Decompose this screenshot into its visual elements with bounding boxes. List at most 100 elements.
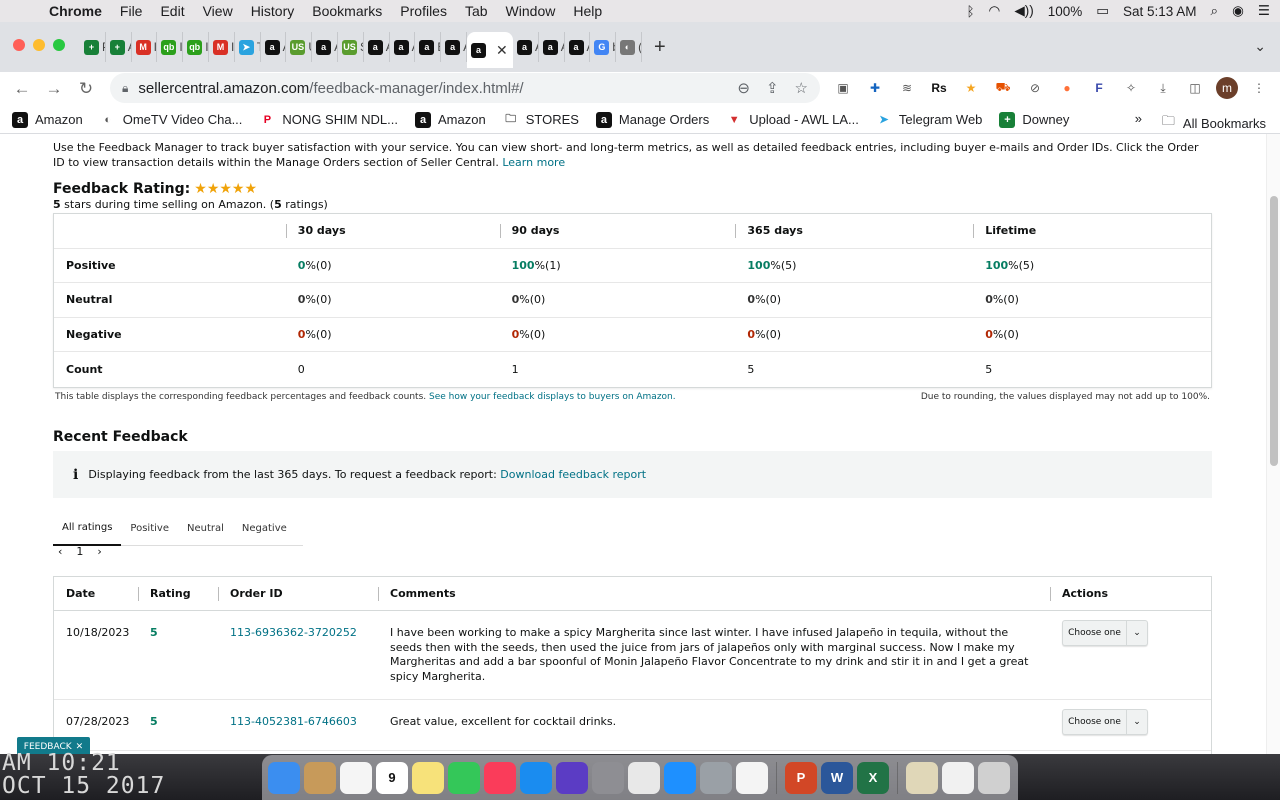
preview-icon[interactable] <box>906 761 938 794</box>
browser-tab[interactable]: qbInl <box>183 32 209 62</box>
music-icon[interactable] <box>484 761 516 794</box>
all-bookmarks-button[interactable]: 🗀 All Bookmarks <box>1162 112 1266 134</box>
wifi-icon[interactable]: ◠ <box>989 3 1001 19</box>
bookmark-item[interactable]: 🗀 STORES <box>503 112 579 128</box>
choose-one-dropdown[interactable]: Choose one ⌄ <box>1062 709 1148 735</box>
menu-tab[interactable]: Tab <box>456 3 497 19</box>
battery-icon[interactable]: ▭ <box>1096 3 1109 19</box>
contacts-icon[interactable] <box>304 761 336 794</box>
bookmark-item[interactable]: ▼ Upload - AWL LA... <box>726 112 859 128</box>
reminders-icon[interactable] <box>340 761 372 794</box>
safari-icon[interactable] <box>664 761 696 794</box>
menu-clock[interactable]: Sat 5:13 AM <box>1123 4 1197 19</box>
tab-search-chevron-icon[interactable]: ⌄ <box>1254 38 1266 55</box>
bookmark-item[interactable]: a Manage Orders <box>595 111 709 128</box>
bookmark-item[interactable]: a Amazon <box>12 111 83 128</box>
order-id-link[interactable]: 113-4052381-6746603 <box>218 700 378 750</box>
browser-tab[interactable]: aAr <box>261 32 287 62</box>
finder-icon[interactable] <box>268 761 300 794</box>
facetime-icon[interactable] <box>448 761 480 794</box>
powerpoint-icon[interactable]: P <box>785 761 817 794</box>
bookmarks-overflow-button[interactable]: » <box>1135 111 1142 126</box>
calendar-icon[interactable]: 9 <box>376 761 408 794</box>
bookmark-star-icon[interactable]: ☆ <box>795 79 808 97</box>
download-icon[interactable]: ⤓ <box>1152 77 1174 99</box>
system-preferences-icon[interactable] <box>592 761 624 794</box>
tab-negative[interactable]: Negative <box>233 512 296 546</box>
minimize-window-button[interactable] <box>33 39 45 51</box>
bookmark-item[interactable]: + Downey <box>999 111 1069 128</box>
browser-tab[interactable]: aAr <box>390 32 416 62</box>
menu-file[interactable]: File <box>111 3 152 19</box>
extension-f-icon[interactable]: F <box>1088 77 1110 99</box>
side-panel-icon[interactable]: ◫ <box>1184 77 1206 99</box>
menu-profiles[interactable]: Profiles <box>391 3 456 19</box>
browser-tab[interactable]: ➤Te <box>235 32 261 62</box>
browser-tab[interactable]: qbInl <box>157 32 184 62</box>
spotlight-icon[interactable]: ⌕ <box>1211 3 1219 19</box>
bookmark-item[interactable]: ➤ Telegram Web <box>876 112 982 128</box>
tab-all-ratings[interactable]: All ratings <box>53 512 122 546</box>
menu-window[interactable]: Window <box>497 3 565 19</box>
siri-menu-icon[interactable]: ◉ <box>1232 3 1244 19</box>
extension-rs-icon[interactable]: Rs <box>928 77 950 99</box>
extension-off-icon[interactable]: ▣ <box>832 77 854 99</box>
browser-tab[interactable]: USUS <box>286 32 313 62</box>
extensions-puzzle-icon[interactable]: ✧ <box>1120 77 1142 99</box>
buyer-display-link[interactable]: See how your feedback displays to buyers… <box>429 392 676 402</box>
reload-icon[interactable]: ↻ <box>70 79 102 99</box>
back-arrow-icon[interactable]: ← <box>6 79 38 99</box>
browser-tab[interactable]: Gbi <box>590 32 617 62</box>
share-icon[interactable]: ⇪ <box>766 79 779 97</box>
volume-icon[interactable]: ◀)) <box>1014 3 1033 19</box>
extension-scout-icon[interactable]: ★ <box>960 77 982 99</box>
col-date[interactable]: Date <box>54 577 138 610</box>
address-bar[interactable]: 🔒︎ sellercentral.amazon.com/feedback-man… <box>110 73 820 103</box>
control-center-icon[interactable]: ☰ <box>1258 3 1270 19</box>
chrome-menu-icon[interactable]: ⋮ <box>1248 77 1270 99</box>
col-rating[interactable]: Rating <box>138 577 218 610</box>
next-page-chevron-icon[interactable]: › <box>97 545 101 558</box>
download-report-link[interactable]: Download feedback report <box>500 468 646 481</box>
siri-icon[interactable] <box>556 761 588 794</box>
document-icon[interactable] <box>942 761 974 794</box>
browser-tab[interactable]: aAr <box>513 32 539 62</box>
menu-view[interactable]: View <box>194 3 242 19</box>
extension-blue-icon[interactable]: ✚ <box>864 77 886 99</box>
extension-cart-icon[interactable]: ⛟ <box>992 77 1014 99</box>
appstore-icon[interactable] <box>520 761 552 794</box>
menu-app-name[interactable]: Chrome <box>40 3 111 19</box>
photos-icon[interactable] <box>736 761 768 794</box>
word-icon[interactable]: W <box>821 761 853 794</box>
extension-link-icon[interactable]: ⊘ <box>1024 77 1046 99</box>
bookmark-item[interactable]: a Amazon <box>415 111 486 128</box>
menu-bookmarks[interactable]: Bookmarks <box>303 3 391 19</box>
profile-avatar[interactable]: m <box>1216 77 1238 99</box>
browser-tab[interactable]: +Au <box>106 32 132 62</box>
menu-history[interactable]: History <box>242 3 304 19</box>
tab-positive[interactable]: Positive <box>121 512 178 546</box>
browser-tab[interactable]: aAr <box>539 32 565 62</box>
extension-keepa-icon[interactable]: ≋ <box>896 77 918 99</box>
browser-tab[interactable]: aAr <box>441 32 467 62</box>
notes-icon[interactable] <box>412 761 444 794</box>
zoom-window-button[interactable] <box>53 39 65 51</box>
launchpad-icon[interactable] <box>700 761 732 794</box>
bookmark-item[interactable]: ◐ OmeTV Video Cha... <box>100 112 242 128</box>
forward-arrow-icon[interactable]: → <box>38 79 70 99</box>
browser-tab[interactable]: ◐(1 <box>616 32 642 62</box>
browser-tab[interactable]: MInl <box>209 32 235 62</box>
extension-firefox-icon[interactable]: ● <box>1056 77 1078 99</box>
order-id-link[interactable]: 113-6936362-3720252 <box>218 611 378 699</box>
choose-one-dropdown[interactable]: Choose one ⌄ <box>1062 620 1148 646</box>
current-page[interactable]: 1 <box>76 545 83 558</box>
page-scrollbar[interactable] <box>1266 134 1280 754</box>
browser-tab[interactable]: aBu <box>415 32 442 62</box>
browser-tab[interactable]: aAr <box>364 32 390 62</box>
excel-icon[interactable]: X <box>857 761 889 794</box>
chrome-icon[interactable] <box>628 761 660 794</box>
new-tab-plus-icon[interactable]: + <box>654 36 666 59</box>
close-tab-icon[interactable]: ✕ <box>496 42 508 59</box>
zoom-icon[interactable]: ⊖ <box>737 79 750 97</box>
bluetooth-icon[interactable]: ᛒ <box>966 4 974 19</box>
